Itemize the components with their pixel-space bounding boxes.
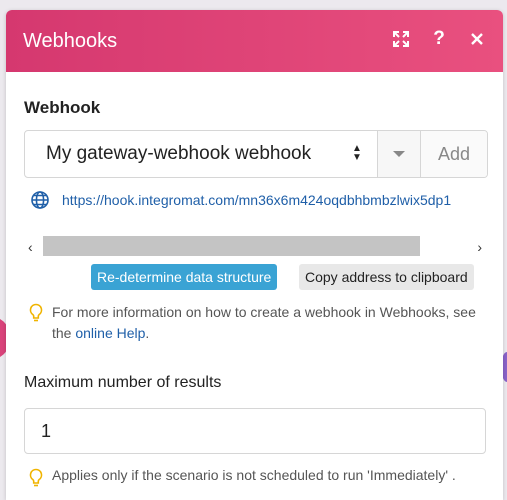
scrollbar-thumb[interactable] [43, 236, 420, 256]
webhook-select[interactable]: My gateway-webhook webhook ▲ ▼ [25, 131, 377, 177]
help-icon[interactable]: ? [429, 28, 449, 50]
webhook-url[interactable]: https://hook.integromat.com/mn36x6m424oq… [62, 192, 451, 208]
webhooks-dialog: Webhooks ? Webhook My gateway-webhook we… [6, 10, 503, 500]
select-arrows-icon: ▲ ▼ [352, 143, 362, 163]
redetermine-data-structure-button[interactable]: Re-determine data structure [91, 264, 278, 290]
horizontal-scrollbar[interactable]: ‹ › [24, 236, 486, 256]
webhook-select-value: My gateway-webhook webhook [46, 143, 312, 164]
max-results-hint: Applies only if the scenario is not sche… [28, 467, 498, 488]
webhook-url-row: https://hook.integromat.com/mn36x6m424oq… [30, 190, 451, 210]
scroll-right-icon[interactable]: › [477, 239, 482, 255]
max-results-label: Maximum number of results [24, 374, 222, 391]
lightbulb-icon [29, 468, 43, 487]
header-icons: ? [391, 28, 487, 50]
webhook-label: Webhook [24, 98, 101, 117]
webhook-select-group: My gateway-webhook webhook ▲ ▼ Add [24, 130, 488, 178]
add-webhook-button[interactable]: Add [420, 131, 487, 177]
help-text: For more information on how to create a … [52, 302, 488, 344]
max-results-value: 1 [41, 420, 52, 441]
copy-address-button[interactable]: Copy address to clipboard [299, 264, 474, 290]
expand-icon[interactable] [391, 28, 411, 50]
max-results-hint-text: Applies only if the scenario is not sche… [52, 467, 456, 483]
dialog-title: Webhooks [23, 30, 118, 52]
close-icon[interactable] [467, 28, 487, 50]
help-text-end: . [145, 325, 150, 341]
webhook-help-info: For more information on how to create a … [28, 302, 488, 344]
dialog-header: Webhooks ? [6, 10, 503, 72]
max-results-input[interactable]: 1 [24, 408, 486, 454]
scroll-left-icon[interactable]: ‹ [28, 239, 33, 255]
chevron-down-icon [393, 151, 405, 157]
dropdown-toggle-button[interactable] [377, 131, 420, 177]
globe-icon [31, 191, 49, 209]
lightbulb-icon [29, 303, 43, 322]
online-help-link[interactable]: online Help [75, 325, 145, 341]
